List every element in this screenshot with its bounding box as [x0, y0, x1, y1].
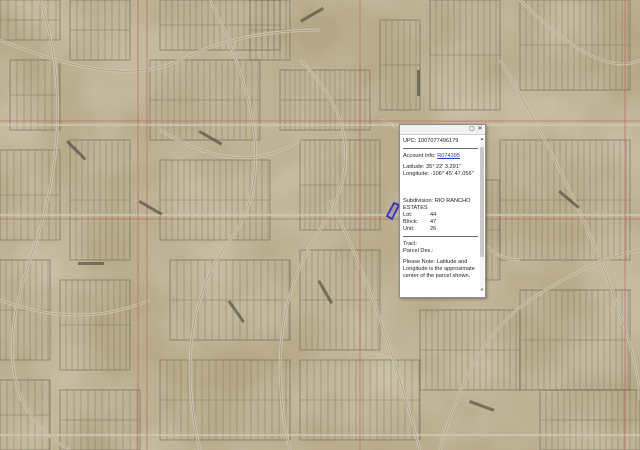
parcel-info-popup: ▢ ✕ UPC: 1007077496179 Account Info: R07…	[399, 124, 486, 298]
block-row: Block: 47	[403, 219, 478, 226]
account-info: Account Info: R074395	[403, 153, 478, 160]
upc-text: UPC: 1007077496179	[403, 138, 459, 144]
unit-row: Unit: 26	[403, 226, 478, 233]
account-info-link[interactable]: R074395	[437, 153, 460, 159]
popup-divider	[403, 236, 478, 237]
subdivision-text: Subdivision: RIO RANCHO	[403, 198, 471, 204]
unit-value: 26	[430, 226, 437, 232]
latitude-text: Latitude: 35° 22' 3.291"	[403, 164, 461, 170]
unit-label: Unit:	[403, 226, 415, 232]
popup-scrollbar[interactable]: ▲ ▼	[480, 137, 484, 292]
scroll-thumb[interactable]	[480, 147, 484, 257]
scroll-down-icon[interactable]: ▼	[480, 288, 484, 292]
subdivision-text-cont: ESTATES	[403, 205, 428, 211]
parcel-map[interactable]	[0, 0, 640, 450]
coordinates-note: Please Note: Latitude and Longitude is t…	[403, 259, 475, 279]
map-viewport[interactable]	[0, 0, 640, 450]
tract-text: Tract:	[403, 241, 418, 247]
longitude-text: Longitude: -106° 45' 47.056"	[403, 171, 474, 177]
popup-divider	[403, 148, 478, 149]
popup-body: UPC: 1007077496179 Account Info: R074395…	[400, 135, 485, 280]
maximize-icon[interactable]: ▢	[469, 126, 475, 132]
block-label: Block:	[403, 219, 419, 225]
lot-row: Lot: 44	[403, 212, 478, 219]
lot-value: 44	[430, 212, 437, 218]
terrain-grain	[0, 0, 640, 450]
scroll-up-icon[interactable]: ▲	[480, 137, 484, 141]
account-info-label: Account Info:	[403, 153, 438, 159]
popup-titlebar: ▢ ✕	[400, 125, 485, 135]
close-icon[interactable]: ✕	[477, 126, 483, 132]
parcel-des-text: Parcel Des.:	[403, 248, 434, 254]
lot-label: Lot:	[403, 212, 413, 218]
block-value: 47	[430, 219, 437, 225]
